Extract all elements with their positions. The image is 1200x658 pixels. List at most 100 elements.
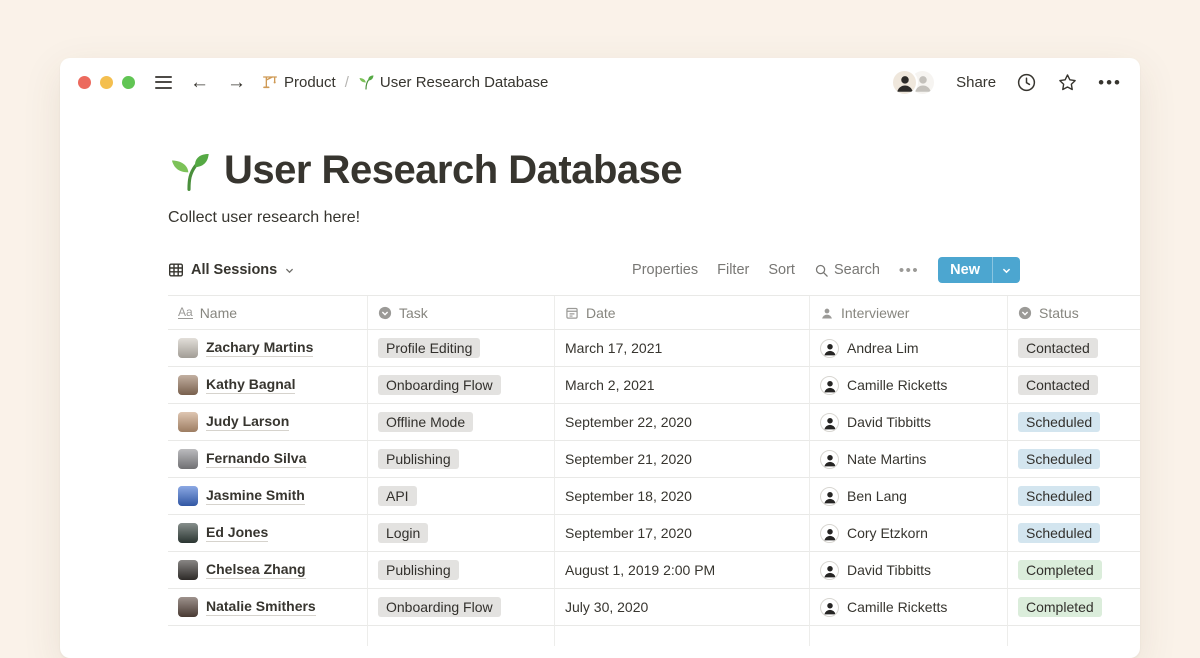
task-cell[interactable]: Offline Mode bbox=[368, 404, 555, 441]
column-header-status[interactable]: Status bbox=[1008, 296, 1140, 329]
page-title[interactable]: User Research Database bbox=[224, 148, 682, 193]
text-icon: Aa bbox=[178, 306, 193, 319]
task-cell[interactable]: Profile Editing bbox=[368, 330, 555, 367]
name-cell[interactable]: Fernando Silva bbox=[168, 441, 368, 478]
task-cell[interactable]: API bbox=[368, 478, 555, 515]
task-cell[interactable]: Onboarding Flow bbox=[368, 367, 555, 404]
back-arrow-icon[interactable]: ← bbox=[190, 73, 209, 92]
interviewer-avatar bbox=[820, 413, 839, 432]
task-cell[interactable]: Onboarding Flow bbox=[368, 589, 555, 626]
task-tag: Offline Mode bbox=[378, 412, 473, 432]
name-cell[interactable]: Natalie Smithers bbox=[168, 589, 368, 626]
interviewer-cell[interactable]: Camille Ricketts bbox=[810, 589, 1008, 626]
status-cell[interactable]: Contacted bbox=[1008, 330, 1140, 367]
close-window-button[interactable] bbox=[78, 76, 91, 89]
column-header-task[interactable]: Task bbox=[368, 296, 555, 329]
person-page-link[interactable]: Fernando Silva bbox=[206, 450, 306, 468]
table-row: Chelsea Zhang Publishing August 1, 2019 … bbox=[168, 552, 1140, 589]
interviewer-cell[interactable]: Camille Ricketts bbox=[810, 367, 1008, 404]
task-cell[interactable]: Publishing bbox=[368, 441, 555, 478]
status-tag: Scheduled bbox=[1018, 412, 1100, 432]
person-page-link[interactable]: Judy Larson bbox=[206, 413, 289, 431]
new-button-label[interactable]: New bbox=[938, 257, 992, 283]
person-page-link[interactable]: Kathy Bagnal bbox=[206, 376, 295, 394]
properties-button[interactable]: Properties bbox=[632, 262, 698, 278]
page-description[interactable]: Collect user research here! bbox=[168, 209, 1140, 227]
interviewer-cell[interactable]: David Tibbitts bbox=[810, 404, 1008, 441]
column-header-interviewer[interactable]: Interviewer bbox=[810, 296, 1008, 329]
person-photo-avatar bbox=[178, 412, 198, 432]
status-cell[interactable]: Contacted bbox=[1008, 367, 1140, 404]
interviewer-cell[interactable]: David Tibbitts bbox=[810, 552, 1008, 589]
table-row: Kathy Bagnal Onboarding Flow March 2, 20… bbox=[168, 367, 1140, 404]
seedling-icon bbox=[358, 74, 374, 90]
task-cell[interactable]: Login bbox=[368, 515, 555, 552]
date-cell[interactable]: September 22, 2020 bbox=[555, 404, 810, 441]
date-cell[interactable]: September 17, 2020 bbox=[555, 515, 810, 552]
interviewer-cell[interactable]: Nate Martins bbox=[810, 441, 1008, 478]
date-cell[interactable]: September 21, 2020 bbox=[555, 441, 810, 478]
star-icon[interactable] bbox=[1057, 72, 1078, 93]
crane-icon bbox=[262, 74, 278, 90]
clock-icon[interactable] bbox=[1016, 72, 1037, 93]
name-cell[interactable]: Kathy Bagnal bbox=[168, 367, 368, 404]
breadcrumb-separator: / bbox=[343, 74, 351, 91]
name-cell[interactable]: Zachary Martins bbox=[168, 330, 368, 367]
person-page-link[interactable]: Ed Jones bbox=[206, 524, 268, 542]
date-cell[interactable]: March 2, 2021 bbox=[555, 367, 810, 404]
breadcrumb-workspace[interactable]: Product bbox=[262, 74, 336, 91]
interviewer-cell[interactable]: Cory Etzkorn bbox=[810, 515, 1008, 552]
date-cell[interactable]: July 30, 2020 bbox=[555, 589, 810, 626]
name-cell[interactable]: Judy Larson bbox=[168, 404, 368, 441]
view-selector[interactable]: All Sessions bbox=[168, 262, 295, 278]
share-button[interactable]: Share bbox=[956, 74, 996, 91]
status-cell[interactable]: Scheduled bbox=[1008, 441, 1140, 478]
status-cell[interactable]: Completed bbox=[1008, 589, 1140, 626]
name-cell[interactable]: Chelsea Zhang bbox=[168, 552, 368, 589]
menu-icon[interactable] bbox=[155, 76, 172, 89]
zoom-window-button[interactable] bbox=[122, 76, 135, 89]
search-button[interactable]: Search bbox=[814, 262, 880, 278]
task-cell[interactable]: Publishing bbox=[368, 552, 555, 589]
person-photo-avatar bbox=[178, 338, 198, 358]
interviewer-avatar bbox=[820, 376, 839, 395]
column-header-date[interactable]: Date bbox=[555, 296, 810, 329]
date-cell[interactable]: September 18, 2020 bbox=[555, 478, 810, 515]
seedling-icon[interactable] bbox=[168, 150, 210, 192]
table-row: Natalie Smithers Onboarding Flow July 30… bbox=[168, 589, 1140, 626]
new-button[interactable]: New bbox=[938, 257, 1020, 283]
breadcrumb-page[interactable]: User Research Database bbox=[358, 74, 548, 91]
status-tag: Scheduled bbox=[1018, 486, 1100, 506]
sort-button[interactable]: Sort bbox=[768, 262, 795, 278]
name-cell[interactable]: Jasmine Smith bbox=[168, 478, 368, 515]
column-label: Task bbox=[399, 305, 428, 321]
filter-button[interactable]: Filter bbox=[717, 262, 749, 278]
name-cell[interactable]: Ed Jones bbox=[168, 515, 368, 552]
collaborator-avatar[interactable] bbox=[891, 69, 918, 96]
person-page-link[interactable]: Natalie Smithers bbox=[206, 598, 316, 616]
forward-arrow-icon[interactable]: → bbox=[227, 73, 246, 92]
date-cell[interactable]: March 17, 2021 bbox=[555, 330, 810, 367]
date-cell[interactable]: August 1, 2019 2:00 PM bbox=[555, 552, 810, 589]
interviewer-cell[interactable]: Ben Lang bbox=[810, 478, 1008, 515]
search-icon bbox=[814, 263, 829, 278]
person-photo-avatar bbox=[178, 597, 198, 617]
status-tag: Completed bbox=[1018, 560, 1102, 580]
interviewer-cell[interactable]: Andrea Lim bbox=[810, 330, 1008, 367]
date-value: September 17, 2020 bbox=[565, 525, 692, 541]
person-page-link[interactable]: Chelsea Zhang bbox=[206, 561, 306, 579]
minimize-window-button[interactable] bbox=[100, 76, 113, 89]
person-page-link[interactable]: Jasmine Smith bbox=[206, 487, 305, 505]
status-cell[interactable]: Scheduled bbox=[1008, 404, 1140, 441]
status-cell[interactable]: Scheduled bbox=[1008, 515, 1140, 552]
status-cell[interactable]: Completed bbox=[1008, 552, 1140, 589]
table-header-row: Aa Name Task Date Intervi bbox=[168, 295, 1140, 330]
person-page-link[interactable]: Zachary Martins bbox=[206, 339, 313, 357]
date-value: September 21, 2020 bbox=[565, 451, 692, 467]
date-value: August 1, 2019 2:00 PM bbox=[565, 562, 715, 578]
new-button-caret[interactable] bbox=[993, 257, 1020, 283]
column-header-name[interactable]: Aa Name bbox=[168, 296, 368, 329]
view-more-icon[interactable]: ••• bbox=[899, 263, 919, 278]
more-options-icon[interactable]: ••• bbox=[1098, 74, 1122, 91]
status-cell[interactable]: Scheduled bbox=[1008, 478, 1140, 515]
